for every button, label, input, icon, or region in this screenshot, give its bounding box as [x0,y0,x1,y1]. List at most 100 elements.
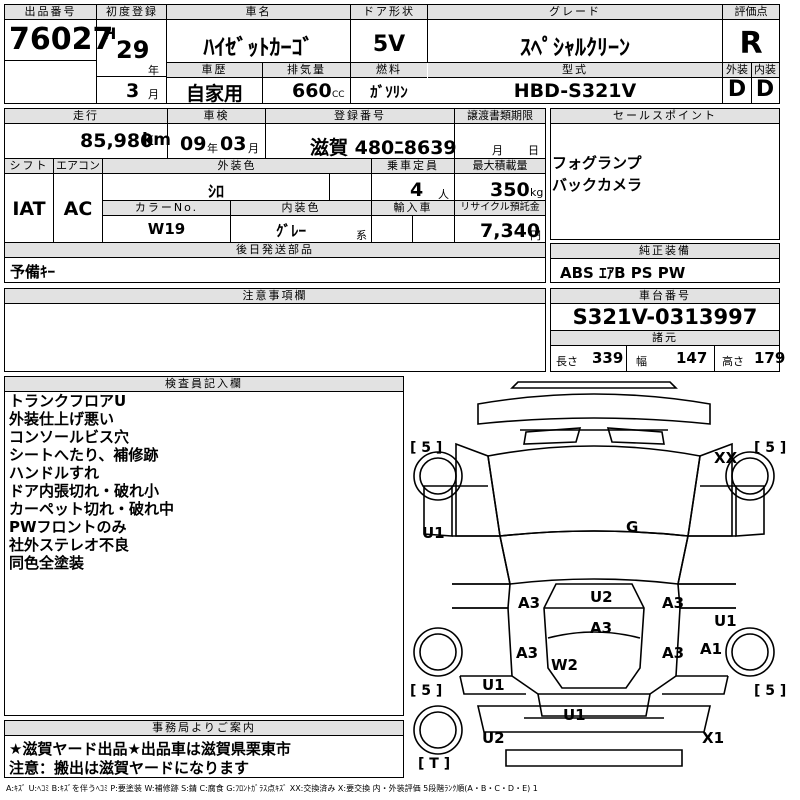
insp-month-unit: 月 [248,142,259,155]
kg-unit: kg [530,186,544,199]
max-load-value: 350 [490,179,530,201]
era-value: H [103,24,117,43]
later-parts-label: 後日発送部品 [5,243,545,258]
month-unit: 月 [148,88,159,101]
transfer-month-unit: 月 [492,144,503,157]
max-load-label: 最大積載量 [455,159,545,174]
score-value: R [739,26,763,61]
aircon-label: エアコン [54,159,102,174]
sales-point-1: フォグランプ [552,154,642,172]
car-name-value: ﾊｲｾﾞｯﾄｶｰｺﾞ [203,36,314,61]
car-name-label: 車名 [167,5,350,20]
length-value: 339 [592,349,624,367]
note-line: 社外ステレオ不良 [9,536,130,554]
mark-u2-bottom: U2 [482,729,505,747]
inspector-notes-list: トランクフロアU 外装仕上げ悪い コンソールビス穴 シートへたり、補修跡 ハンド… [9,392,174,572]
chassis-value: S321V-0313997 [572,305,758,329]
model-value: HBD-S321V [513,80,637,102]
inspection-month: 03 [220,133,247,155]
first-reg-label: 初度登録 [97,5,167,20]
mark-g: G [626,518,639,536]
tire-fr-mark: [ 5 ] [754,440,787,456]
width-label: 幅 [636,355,647,368]
history-label: 車歴 [167,63,262,78]
mark-a3-left-rear: A3 [516,644,539,662]
plate-label: 登録番号 [266,109,454,124]
transfer-day-unit: 日 [528,144,539,157]
color-no-value: W19 [147,220,186,238]
mark-u1-bumper: U1 [563,706,586,724]
import-label: 輸入車 [372,201,454,216]
later-parts-value: 予備ｷｰ [10,263,56,281]
int-color-value: ｸﾞﾚｰ [275,222,306,240]
mark-u2-center: U2 [590,588,613,606]
cc-unit: CC [332,90,345,100]
sales-point-label: セールスポイント [551,109,779,124]
caution-label: 注意事項欄 [5,289,545,304]
insp-year-unit: 年 [207,142,218,155]
note-line: PWフロントのみ [9,518,127,536]
capacity-value: 4 [410,179,424,201]
fuel-value: ｶﾞｿﾘﾝ [370,83,408,101]
aircon-value: AC [63,198,93,220]
width-value: 147 [676,349,708,367]
note-line: ドア内張切れ・破れ小 [9,482,160,500]
grade-value: ｽﾍﾟｼｬﾙｸﾘｰﾝ [519,36,630,61]
plate-value: 滋賀 480ﾆ8639 [310,137,457,159]
displacement-label: 排気量 [263,63,350,78]
month-value: 3 [126,80,140,102]
history-value: 自家用 [185,83,243,105]
kei-unit: 系 [356,229,367,242]
door-label: ドア形状 [351,5,427,20]
ext-color-value: ｼﾛ [207,182,224,201]
note-line: ハンドルすれ [9,464,100,482]
displacement-value: 660 [292,80,332,102]
mark-x1: X1 [702,729,725,747]
specs-label: 諸元 [551,331,779,346]
note-line: 外装仕上げ悪い [9,410,115,428]
door-value: 5V [372,32,406,57]
note-line: コンソールビス穴 [9,428,130,446]
office-line-2: 注意：搬出は滋賀ヤードになります [9,759,250,777]
fuel-label: 燃料 [351,63,427,78]
mark-xx: XX [714,449,738,467]
sales-point-2: バックカメラ [552,176,643,194]
score-label: 評価点 [723,5,779,20]
mark-u1-rear-left: U1 [482,676,505,694]
recycle-label: リサイクル預託金 [455,201,545,216]
car-diagram [413,381,775,767]
transfer-label: 譲渡書類期限 [455,109,545,124]
spare-mark: [ T ] [418,756,451,772]
exterior-value: D [727,77,747,102]
inspector-label: 検査員記入欄 [5,377,403,392]
genuine-equip-label: 純正装備 [551,244,779,259]
grade-label: グレード [428,5,722,20]
note-line: カーペット切れ・破れ中 [9,500,175,518]
note-line: トランクフロアU [9,392,127,410]
interior-value: D [755,77,775,102]
mark-a3-right-rear: A3 [662,644,685,662]
int-color-label: 内装色 [231,201,371,216]
car-diagram-section: [ 5 ] [ 5 ] [ 5 ] [ 5 ] [ T ] XX G U1 U2… [408,376,786,778]
lot-no-label: 出品番号 [5,5,96,20]
ext-color-label: 外装色 [103,159,371,174]
mark-a3-center: A3 [590,619,613,637]
genuine-equip-value: ABS ｴｱB PS PW [560,264,686,282]
tire-rr-mark: [ 5 ] [754,683,787,699]
chassis-label: 車台番号 [551,289,779,304]
interior-label: 内装 [751,63,779,78]
mark-a1: A1 [700,640,723,658]
mark-u1-left: U1 [422,524,445,542]
color-no-label: カラーNo. [103,201,230,216]
model-label: 型式 [428,63,722,78]
shift-value: IAT [12,198,46,220]
year-value: 29 [116,36,150,64]
tire-rl-mark: [ 5 ] [410,683,443,699]
mark-u1-right: U1 [714,612,737,630]
exterior-label: 外装 [723,63,751,78]
mark-a3-left: A3 [518,594,541,612]
mileage-label: 走行 [5,109,167,124]
shift-label: シフト [5,159,53,174]
capacity-label: 乗車定員 [372,159,454,174]
note-line: 同色全塗装 [9,554,85,572]
